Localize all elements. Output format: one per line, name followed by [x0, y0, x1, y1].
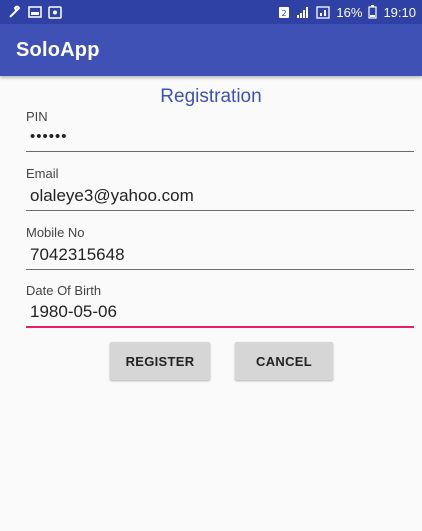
dob-label: Date Of Birth — [26, 283, 102, 298]
status-bar: 2 16% 19:10 — [0, 0, 422, 24]
email-label: Email — [26, 166, 59, 181]
svg-text:2: 2 — [282, 9, 287, 18]
data-icon — [316, 5, 331, 19]
form-title: Registration — [160, 86, 262, 107]
mobile-input[interactable] — [26, 240, 414, 270]
battery-percent: 16% — [336, 4, 363, 20]
register-button[interactable]: REGISTER — [110, 342, 210, 380]
cancel-button[interactable]: CANCEL — [235, 342, 333, 380]
sim-icon: 2 — [278, 6, 290, 19]
status-left — [8, 5, 62, 19]
battery-icon — [368, 5, 378, 19]
image-icon — [28, 6, 42, 18]
app-bar: SoloApp — [0, 24, 422, 76]
app-screen: 2 16% 19:10 SoloApp Registration PIN Ema… — [0, 0, 422, 531]
mobile-label: Mobile No — [26, 225, 85, 240]
status-time: 19:10 — [383, 4, 416, 20]
status-right: 2 16% 19:10 — [278, 5, 416, 20]
signal-icon — [296, 6, 310, 18]
app-title: SoloApp — [16, 38, 100, 61]
app-notification-icon — [48, 5, 62, 19]
wrench-icon — [8, 5, 22, 19]
pin-input[interactable] — [26, 122, 414, 152]
dob-input[interactable] — [26, 298, 414, 328]
email-input[interactable] — [26, 181, 414, 211]
